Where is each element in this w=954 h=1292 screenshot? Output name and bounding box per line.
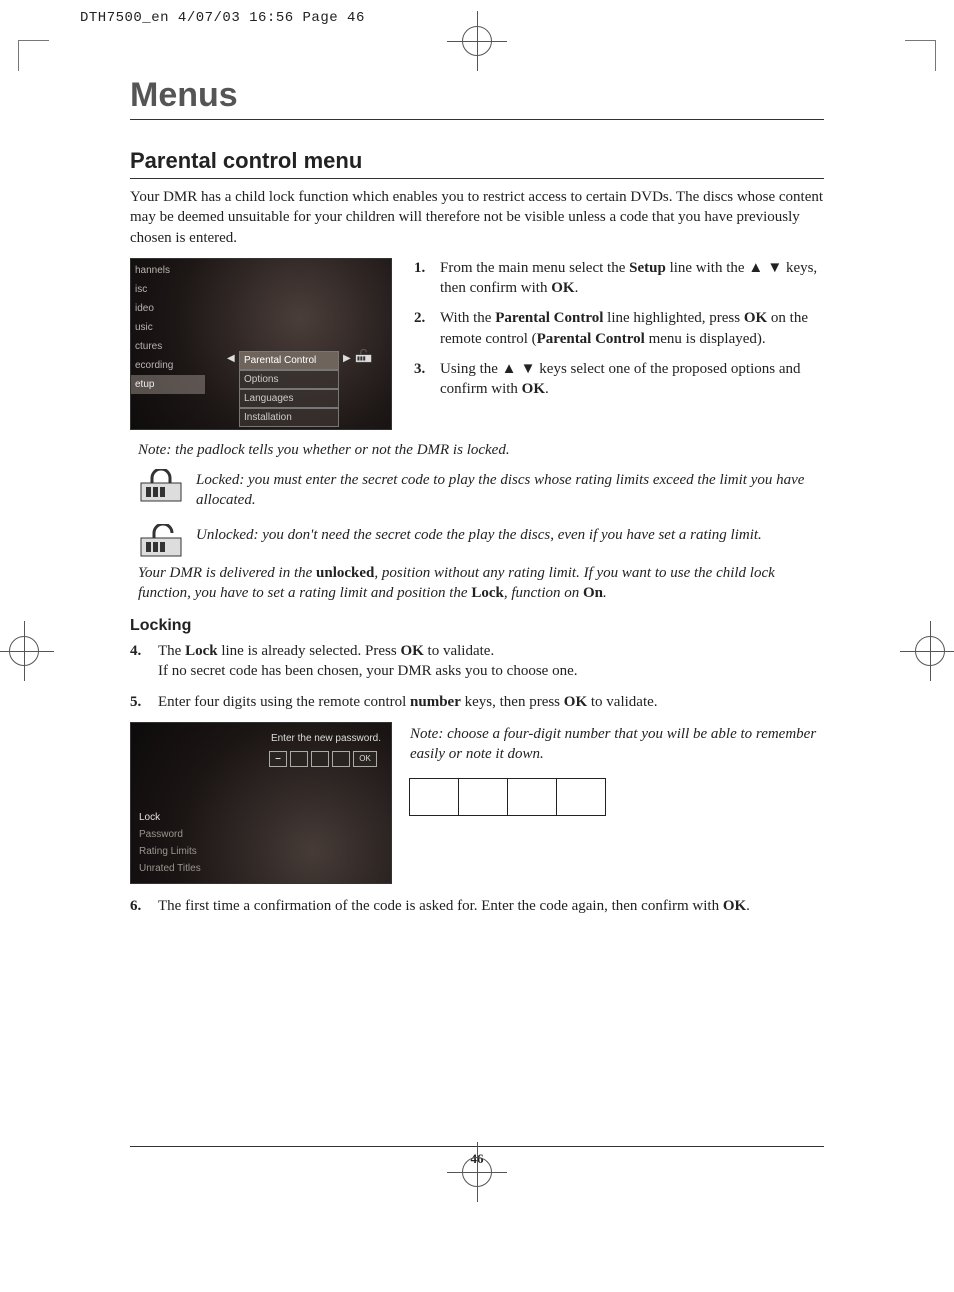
note-text: Your DMR is delivered in the unlocked, p… [138,563,824,604]
step-number: 6. [130,896,148,916]
note-text: Unlocked: you don't need the secret code… [196,525,824,545]
padlock-unlocked-icon [138,523,184,559]
menu-item: etup [131,375,205,394]
submenu-item: Options [239,370,339,389]
menu-item: ctures [131,337,205,356]
screenshot-setup-menu: hannelsiscideousiccturesecordingetup ◀ P… [130,258,392,430]
menu-item: Lock [137,809,203,826]
padlock-unlocked-icon [355,349,373,366]
triangle-right-icon: ▶ [343,353,351,364]
menu-item: Rating Limits [137,843,203,860]
registration-target-icon [447,1141,507,1201]
screenshot-password-entry: Enter the new password. –OK LockPassword… [130,722,392,884]
registration-target-icon [0,620,54,680]
step-text: The first time a confirmation of the cod… [158,896,750,916]
step-text: Using the ▲ ▼ keys select one of the pro… [440,359,824,400]
submenu-item: Parental Control [239,351,339,370]
menu-item: Unrated Titles [137,860,203,877]
menu-item: isc [131,280,205,299]
registration-target-icon [900,620,954,680]
menu-item: ideo [131,299,205,318]
password-digit-boxes: –OK [269,751,377,767]
code-write-boxes [410,778,824,816]
menu-item: usic [131,318,205,337]
note-text: Note: the padlock tells you whether or n… [138,440,824,460]
note-text: Note: choose a four-digit number that yo… [410,724,824,765]
section-title: Parental control menu [130,148,824,179]
triangle-left-icon: ◀ [227,353,235,364]
step-text: With the Parental Control line highlight… [440,308,824,349]
step-text: Enter four digits using the remote contr… [158,692,658,712]
step-number: 4. [130,641,148,682]
intro-text: Your DMR has a child lock function which… [130,187,824,248]
crop-mark [905,40,936,71]
submenu-item: Installation [239,408,339,427]
padlock-locked-icon [138,468,184,504]
chapter-title: Menus [130,76,824,120]
password-prompt-label: Enter the new password. [271,733,381,744]
step-number: 1. [414,258,432,299]
up-down-arrow-icon: ▲ ▼ [748,259,782,276]
menu-item: ecording [131,356,205,375]
step-number: 2. [414,308,432,349]
up-down-arrow-icon: ▲ ▼ [502,360,536,377]
step-text: From the main menu select the Setup line… [440,258,824,299]
step-number: 3. [414,359,432,400]
submenu-item: Languages [239,389,339,408]
menu-item: Password [137,826,203,843]
subsection-title: Locking [130,617,824,635]
registration-target-icon [447,10,507,70]
step-number: 5. [130,692,148,712]
step-text: The Lock line is already selected. Press… [158,641,577,682]
menu-item: hannels [131,261,205,280]
note-text: Locked: you must enter the secret code t… [196,470,824,511]
crop-mark [18,40,49,71]
